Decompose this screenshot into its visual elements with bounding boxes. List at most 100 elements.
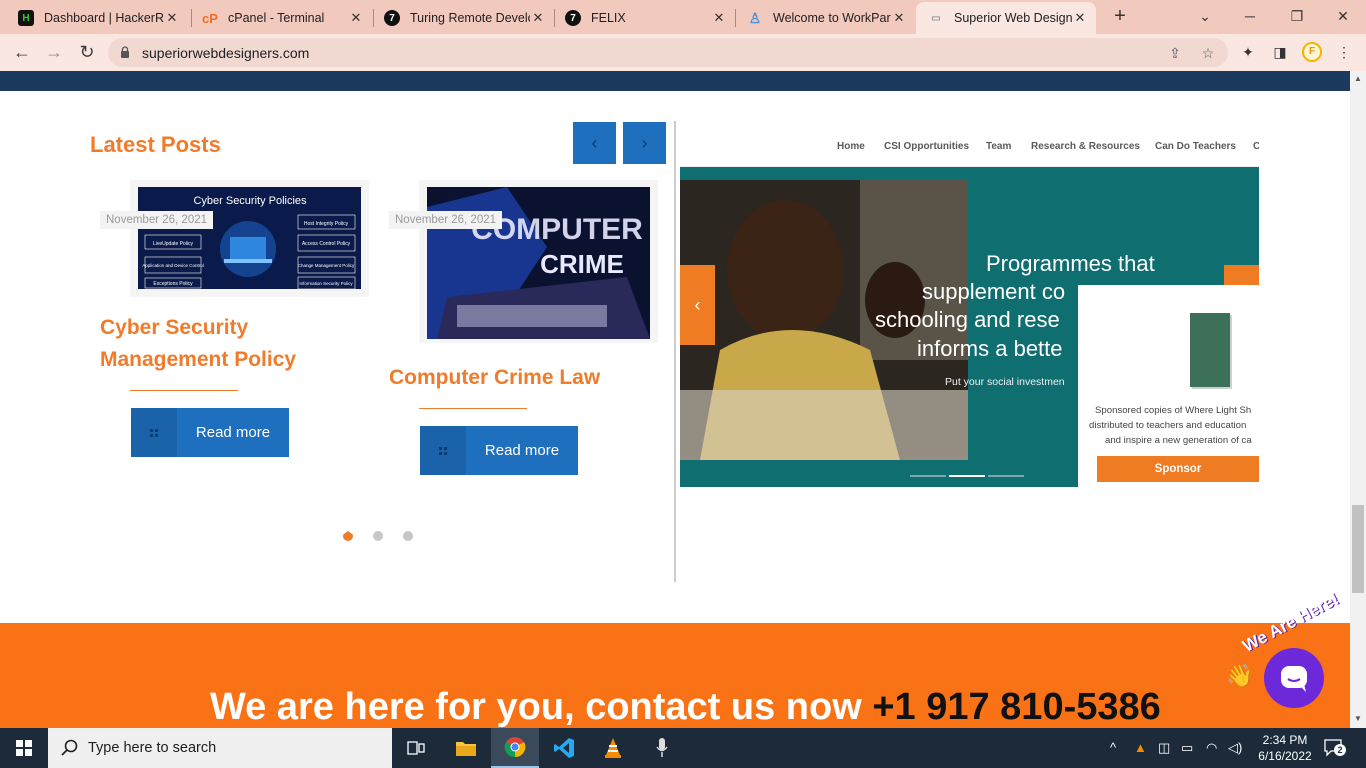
close-icon[interactable]: ✕	[530, 10, 546, 26]
hero-dash[interactable]	[910, 475, 946, 477]
sponsor-button[interactable]: Sponsor	[1097, 456, 1259, 482]
tray-vlc-icon[interactable]: ▲	[1134, 740, 1147, 755]
hero-subtext: Put your social investmen	[945, 376, 1065, 388]
hero-heading-line: schooling and rese	[875, 307, 1060, 332]
hero-heading-line: informs a bette	[917, 336, 1063, 361]
embed-nav-home[interactable]: Home	[837, 141, 865, 152]
scrollbar-thumb[interactable]	[1352, 505, 1364, 593]
image-heading: Cyber Security Policies	[193, 195, 307, 207]
phone-number-link[interactable]: +1 917 810-5386	[872, 686, 1160, 728]
tab-search-chevron-icon[interactable]: ⌄	[1193, 5, 1217, 27]
restore-icon[interactable]: ❐	[1285, 5, 1309, 27]
battery-icon[interactable]: ▭	[1181, 740, 1193, 756]
cyber-security-policies-image[interactable]: Cyber Security Policies Host Integrity P…	[138, 187, 361, 289]
column-divider	[674, 121, 676, 582]
hero-dash[interactable]	[988, 475, 1024, 477]
grid-dots-icon	[420, 426, 466, 475]
url-text: superiorwebdesigners.com	[142, 45, 310, 61]
browser-toolbar: ← → ↻ superiorwebdesigners.com ⇪ ☆ ✦ ◨ ⋮	[0, 34, 1366, 71]
post-title-line: Computer Crime Law	[389, 366, 601, 389]
wave-emoji-icon: 👋	[1226, 663, 1254, 688]
share-icon[interactable]: ⇪	[1166, 44, 1184, 62]
close-icon[interactable]: ✕	[1072, 10, 1088, 26]
embed-nav-team[interactable]: Team	[986, 141, 1011, 152]
tray-chevron-up-icon[interactable]: ^	[1110, 740, 1116, 755]
post-title[interactable]: Cyber Security Management Policy	[100, 312, 296, 376]
voice-recorder-icon[interactable]	[638, 728, 686, 768]
bookmark-star-icon[interactable]: ☆	[1199, 44, 1217, 62]
tray-meet-icon[interactable]: ◫	[1158, 740, 1170, 756]
volume-icon[interactable]: ◁)	[1228, 740, 1242, 756]
read-more-button[interactable]: Read more	[420, 426, 578, 475]
popup-text: and inspire a new generation of ca	[1105, 435, 1252, 446]
tab-turing[interactable]: 7 Turing Remote Develo ✕	[372, 2, 554, 34]
tab-superior-web-designers[interactable]: ▭ Superior Web Designe ✕	[916, 2, 1096, 34]
wifi-icon[interactable]: ◠	[1206, 740, 1217, 756]
file-explorer-icon[interactable]	[442, 728, 490, 768]
embedded-site-preview[interactable]: Home CSI Opportunities Team Research & R…	[680, 121, 1259, 487]
close-icon[interactable]: ✕	[891, 10, 907, 26]
post-title[interactable]: Computer Crime Law	[389, 362, 600, 394]
chrome-icon[interactable]	[491, 728, 539, 768]
carousel-dot-active[interactable]	[343, 531, 353, 541]
computer-crime-image[interactable]: COMPUTER CRIME	[427, 187, 650, 339]
posts-next-button[interactable]: ›	[623, 122, 666, 164]
embed-nav-more[interactable]: C	[1253, 141, 1259, 152]
title-underline	[419, 408, 527, 409]
carousel-dot[interactable]	[403, 531, 413, 541]
task-view-icon[interactable]	[392, 728, 440, 768]
post-date: November 26, 2021	[389, 211, 503, 229]
profile-avatar[interactable]: F	[1302, 42, 1322, 62]
read-more-button[interactable]: Read more	[131, 408, 289, 457]
side-panel-icon[interactable]: ◨	[1270, 42, 1290, 62]
swd-icon: ▭	[931, 12, 941, 24]
scroll-down-arrow-icon[interactable]: ▼	[1354, 714, 1362, 723]
post-title-line: Cyber Security	[100, 316, 249, 339]
search-icon	[61, 739, 78, 756]
contact-heading: We are here for you, contact us now +1 9…	[210, 686, 1161, 728]
tab-felix[interactable]: 7 FELIX ✕	[553, 2, 735, 34]
chat-widget-button[interactable]	[1264, 648, 1324, 708]
taskbar-search-box[interactable]: Type here to search	[48, 728, 392, 768]
embed-nav-research[interactable]: Research & Resources	[1031, 141, 1140, 152]
hero-prev-button[interactable]: ‹	[680, 265, 715, 345]
tab-workpark[interactable]: ♙ Welcome to WorkPar ✕	[735, 2, 915, 34]
scroll-up-arrow-icon[interactable]: ▲	[1354, 74, 1362, 83]
hero-dash-active[interactable]	[949, 475, 985, 477]
close-icon[interactable]: ✕	[711, 10, 727, 26]
minimize-icon[interactable]: ─	[1238, 5, 1262, 27]
embedded-nav: Home CSI Opportunities Team Research & R…	[680, 121, 1259, 167]
menu-kebab-icon[interactable]: ⋮	[1334, 42, 1354, 62]
vscode-icon[interactable]	[540, 728, 588, 768]
tab-hackerrank[interactable]: H Dashboard | HackerRa ✕	[6, 2, 188, 34]
taskbar-clock[interactable]: 2:34 PM 6/16/2022	[1250, 732, 1320, 764]
cpanel-icon: cP	[202, 10, 218, 26]
embed-nav-csi[interactable]: CSI Opportunities	[884, 141, 969, 152]
start-button[interactable]	[0, 728, 48, 768]
hero-heading-line: supplement co	[922, 279, 1066, 304]
back-arrow-icon[interactable]: ←	[10, 40, 34, 64]
page-scrollbar[interactable]	[1350, 71, 1366, 728]
address-bar[interactable]: superiorwebdesigners.com ⇪ ☆	[108, 38, 1228, 67]
posts-prev-button[interactable]: ‹	[573, 122, 616, 164]
post-title-line: Management Policy	[100, 348, 297, 371]
vlc-icon[interactable]	[589, 728, 637, 768]
sponsor-popup: Sponsored copies of Where Light Sh distr…	[1078, 285, 1259, 487]
notification-center-icon[interactable]: 2	[1324, 738, 1346, 758]
close-window-icon[interactable]: ✕	[1331, 5, 1355, 27]
contact-band: We are here for you, contact us now +1 9…	[0, 589, 1350, 728]
carousel-dot[interactable]	[373, 531, 383, 541]
forward-arrow-icon[interactable]: →	[42, 40, 66, 64]
turing-icon: 7	[384, 10, 400, 26]
chat-icon	[1281, 666, 1307, 692]
browser-tab-strip: H Dashboard | HackerRa ✕ cP cPanel - Ter…	[0, 0, 1366, 34]
close-icon[interactable]: ✕	[164, 10, 180, 26]
extensions-puzzle-icon[interactable]: ✦	[1238, 42, 1258, 62]
reload-icon[interactable]: ↻	[75, 40, 99, 64]
tab-title: FELIX	[591, 11, 626, 25]
new-tab-button[interactable]: +	[1108, 4, 1132, 28]
tab-cpanel[interactable]: cP cPanel - Terminal ✕	[190, 2, 372, 34]
close-icon[interactable]: ✕	[348, 10, 364, 26]
embed-nav-can-do[interactable]: Can Do Teachers	[1155, 141, 1236, 152]
windows-logo-icon	[16, 740, 32, 756]
